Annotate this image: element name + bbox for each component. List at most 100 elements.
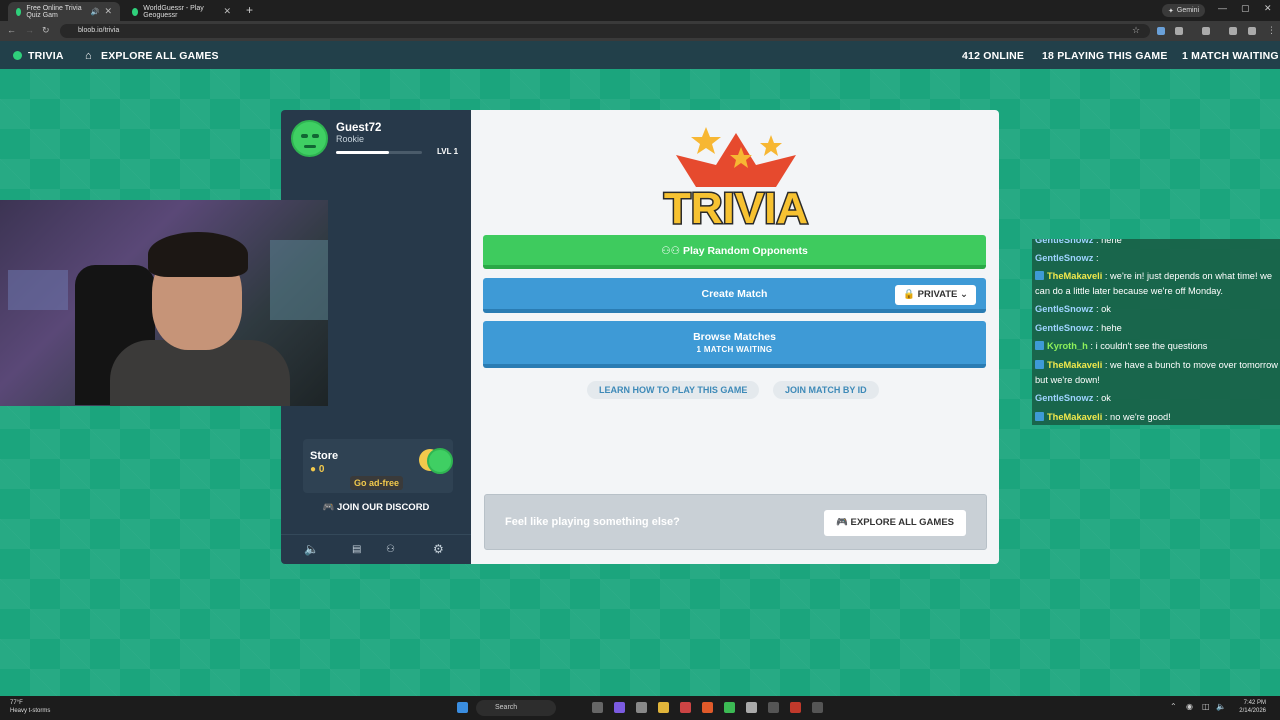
- app-icon[interactable]: [614, 702, 625, 713]
- app-icon[interactable]: [746, 702, 757, 713]
- chat-message: TheMakaveli : no we're good!: [1035, 410, 1278, 425]
- tab-trivia[interactable]: Free Online Trivia Quiz Gam 🔊 ✕: [8, 2, 120, 21]
- new-tab-icon[interactable]: +: [246, 3, 253, 17]
- webcam-overlay: [0, 200, 328, 406]
- maximize-icon[interactable]: ▢: [1241, 3, 1250, 14]
- close-window-icon[interactable]: ✕: [1264, 3, 1272, 14]
- reload-icon[interactable]: ↻: [42, 25, 50, 36]
- weather-widget[interactable]: 77°F Heavy t-storms: [10, 699, 50, 715]
- forward-icon[interactable]: →: [25, 25, 34, 35]
- discord-icon: 🎮: [322, 502, 335, 513]
- audio-icon: 🔊: [90, 8, 100, 16]
- sidepanel-icon[interactable]: [1202, 27, 1210, 35]
- avatar-eye: [312, 134, 319, 138]
- explore-all-games-link[interactable]: EXPLORE ALL GAMES: [101, 50, 219, 62]
- app-icon[interactable]: [812, 702, 823, 713]
- webcam-streamer-headset: [148, 232, 248, 277]
- back-icon[interactable]: ←: [7, 25, 16, 35]
- learn-how-to-play-button[interactable]: LEARN HOW TO PLAY THIS GAME: [587, 381, 760, 399]
- chat-username: GentleSnowz: [1035, 323, 1094, 333]
- file-explorer-icon[interactable]: [658, 702, 669, 713]
- url-input[interactable]: bloob.io/trivia: [60, 24, 1150, 38]
- join-discord-button[interactable]: 🎮 JOIN OUR DISCORD: [311, 502, 441, 518]
- tray-app-icon[interactable]: ◉: [1186, 702, 1193, 711]
- gemini-button[interactable]: ✦ Gemini: [1162, 4, 1206, 17]
- avatar[interactable]: [291, 120, 328, 157]
- chat-text: :: [1095, 253, 1099, 263]
- chat-text: : ok: [1095, 393, 1111, 403]
- volume-icon[interactable]: 🔈: [1216, 702, 1226, 711]
- app-icon[interactable]: [790, 702, 801, 713]
- taskbar-search[interactable]: Search: [476, 700, 556, 716]
- chrome-icon[interactable]: [724, 702, 735, 713]
- chat-username: GentleSnowz: [1035, 239, 1094, 245]
- extensions-puzzle-icon[interactable]: [1175, 27, 1183, 35]
- chat-badge-icon: [1035, 412, 1044, 421]
- xp-progress-fill: [336, 151, 390, 154]
- home-icon[interactable]: ⌂: [85, 50, 92, 62]
- browse-matches-subtitle: 1 MATCH WAITING: [696, 345, 773, 354]
- webcam-window: [270, 240, 328, 320]
- store-title: Store: [310, 450, 339, 462]
- extension-2-icon[interactable]: [1248, 27, 1256, 35]
- online-dot-icon: [13, 51, 22, 60]
- chat-username: GentleSnowz: [1035, 393, 1094, 403]
- menu-kebab-icon[interactable]: ⋮: [1267, 25, 1276, 36]
- chat-username: GentleSnowz: [1035, 253, 1094, 263]
- bookmark-star-icon[interactable]: ☆: [1132, 25, 1140, 36]
- browse-matches-button[interactable]: Browse Matches 1 MATCH WAITING: [483, 321, 986, 368]
- store-card[interactable]: Store ● 0 Go ad-free: [303, 439, 453, 493]
- weather-temp: 77°F: [10, 700, 23, 706]
- worldguessr-favicon-icon: [132, 7, 139, 16]
- taskbar-clock[interactable]: 7:42 PM 2/14/2026: [1239, 699, 1266, 715]
- gear-icon[interactable]: ⚙: [433, 542, 444, 556]
- tray-chevron-icon[interactable]: ⌃: [1170, 702, 1177, 711]
- url-text: bloob.io/trivia: [78, 27, 120, 34]
- trivia-logo: TRIVIA: [662, 127, 810, 230]
- chat-text: : hehe: [1095, 323, 1122, 333]
- create-match-label: Create Match: [701, 288, 768, 300]
- chat-badge-icon: [1035, 341, 1044, 350]
- clock-date: 2/14/2026: [1239, 708, 1266, 714]
- chat-username: GentleSnowz: [1035, 304, 1094, 314]
- lock-icon: 🔒: [903, 289, 915, 300]
- network-icon[interactable]: ◫: [1202, 702, 1210, 711]
- explore-all-games-button[interactable]: 🎮 EXPLORE ALL GAMES: [824, 510, 966, 536]
- tab-worldguessr[interactable]: WorldGuessr - Play Geoguessr ✕: [124, 2, 239, 21]
- app-icon[interactable]: [636, 702, 647, 713]
- play-random-label: Play Random Opponents: [682, 245, 808, 257]
- app-icon[interactable]: [680, 702, 691, 713]
- users-icon[interactable]: ⚇: [386, 544, 395, 555]
- go-ad-free-button[interactable]: Go ad-free: [350, 476, 404, 490]
- weather-text: Heavy t-storms: [10, 708, 51, 714]
- profile-icon[interactable]: [1229, 27, 1237, 35]
- join-match-by-id-button[interactable]: JOIN MATCH BY ID: [773, 381, 879, 399]
- extension-icon[interactable]: [1157, 27, 1165, 35]
- news-icon[interactable]: ▤: [352, 544, 361, 555]
- chat-text: : hehe: [1095, 239, 1122, 245]
- explore-button-label: EXPLORE ALL GAMES: [850, 517, 954, 528]
- xp-progress-bar: [336, 151, 422, 154]
- create-match-button[interactable]: Create Match 🔒 PRIVATE ⌄: [483, 278, 986, 313]
- tab-title: WorldGuessr - Play Geoguessr: [143, 4, 204, 19]
- gemini-icon: ✦: [1168, 7, 1174, 15]
- steam-icon[interactable]: [768, 702, 779, 713]
- chat-message: TheMakaveli : we have a bunch to move ov…: [1035, 358, 1278, 388]
- task-view-icon[interactable]: [592, 702, 603, 713]
- app-icon[interactable]: [702, 702, 713, 713]
- minimize-icon[interactable]: —: [1218, 3, 1227, 13]
- close-tab-icon[interactable]: ✕: [223, 6, 231, 17]
- trivia-nav-link[interactable]: TRIVIA: [28, 50, 64, 62]
- playing-count: 18 PLAYING THIS GAME: [1042, 50, 1168, 62]
- coin-count: 0: [318, 464, 325, 475]
- volume-icon[interactable]: 🔈: [304, 542, 319, 556]
- chevron-down-icon: ⌄: [960, 289, 968, 300]
- privacy-select[interactable]: 🔒 PRIVATE ⌄: [895, 285, 976, 305]
- avatar-eye: [301, 134, 308, 138]
- play-random-opponents-button[interactable]: ⚇⚇ Play Random Opponents: [483, 235, 986, 269]
- close-tab-icon[interactable]: ✕: [104, 6, 112, 17]
- gemini-label: Gemini: [1176, 7, 1200, 14]
- chat-text: : no we're good!: [1104, 412, 1171, 422]
- windows-start-icon[interactable]: [457, 702, 468, 713]
- chat-message: GentleSnowz : ok: [1035, 391, 1278, 406]
